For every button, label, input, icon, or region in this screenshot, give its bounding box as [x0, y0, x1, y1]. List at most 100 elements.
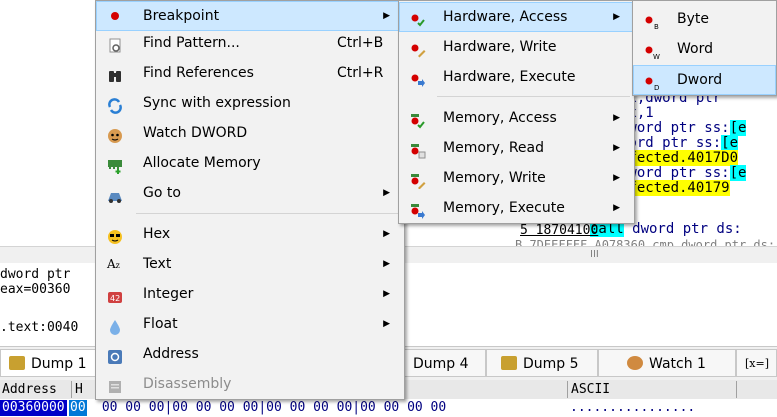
- menu-separator: [437, 96, 630, 97]
- menu-item-label: Hex: [143, 226, 171, 242]
- tab-dump-4[interactable]: Dump 4: [404, 349, 486, 377]
- menu-separator: [136, 213, 400, 214]
- menu-item-word[interactable]: W Word: [633, 34, 776, 64]
- disasm-line[interactable]: dword ptr ss:[e: [620, 165, 747, 181]
- disasm-highlight: [e: [729, 165, 747, 181]
- info-line: .text:0040: [0, 320, 79, 335]
- text-icon: Az: [107, 257, 120, 271]
- submenu-arrow-icon: ▶: [613, 203, 620, 213]
- menu-item-disassembly[interactable]: Disassembly: [96, 369, 404, 399]
- mem-access-icon: [410, 110, 426, 129]
- submenu-arrow-icon: ▶: [383, 259, 390, 269]
- menu-item-label: Memory, Write: [443, 170, 546, 186]
- disasm-line[interactable]: word ptr ss:[e: [620, 135, 739, 151]
- tab-dump-1[interactable]: Dump 1: [0, 349, 100, 377]
- menu-item-sync-expression[interactable]: Sync with expression: [96, 88, 404, 118]
- disasm-text: word ptr ss:: [620, 135, 722, 151]
- disasm-bytes: 5 18704100: [520, 223, 599, 238]
- dump-row-address[interactable]: 00360000: [0, 400, 67, 416]
- dump-context-menu: Breakpoint ▶ Find Pattern... Ctrl+B Find…: [95, 0, 405, 400]
- menu-item-label: Memory, Execute: [443, 200, 565, 216]
- menu-item-breakpoint[interactable]: Breakpoint ▶: [96, 1, 404, 31]
- dump-header-hex[interactable]: H: [71, 381, 83, 398]
- menu-item-integer[interactable]: 42 Integer ▶: [96, 279, 404, 309]
- menu-item-label: Hardware, Access: [443, 9, 568, 25]
- dump-header-address[interactable]: Address: [2, 381, 57, 398]
- menu-item-dword[interactable]: D Dword: [633, 65, 776, 95]
- menu-item-label: Allocate Memory: [143, 155, 261, 171]
- menu-item-label: Disassembly: [143, 376, 232, 392]
- menu-item-shortcut: Ctrl+R: [337, 65, 384, 81]
- svg-text:42: 42: [110, 294, 120, 303]
- menu-item-label: Hardware, Execute: [443, 69, 576, 85]
- menu-item-label: Memory, Access: [443, 110, 557, 126]
- menu-item-find-references[interactable]: Find References Ctrl+R: [96, 58, 404, 88]
- watch-icon: [627, 356, 643, 370]
- disassembly-icon: [107, 376, 123, 393]
- menu-item-text[interactable]: Az Text ▶: [96, 249, 404, 279]
- hex-icon: [107, 226, 123, 244]
- menu-item-label: Go to: [143, 185, 181, 201]
- dump-icon: [9, 356, 25, 370]
- disasm-text: dword ptr ss:: [620, 120, 730, 136]
- menu-item-hardware-execute[interactable]: Hardware, Execute: [399, 62, 634, 92]
- menu-item-memory-execute[interactable]: Memory, Execute ▶: [399, 193, 634, 223]
- call-operand: dword ptr ds:: [623, 221, 742, 237]
- tab-label: Dump 5: [523, 356, 579, 372]
- menu-item-go-to[interactable]: Go to ▶: [96, 178, 404, 208]
- menu-item-watch-dword[interactable]: Watch DWORD: [96, 118, 404, 148]
- dump-row-ascii[interactable]: ................: [570, 400, 695, 416]
- mem-write-icon: [410, 170, 426, 190]
- sync-icon: [107, 95, 123, 114]
- disasm-highlight: [e: [721, 135, 739, 151]
- submenu-arrow-icon: ▶: [383, 188, 390, 198]
- menu-item-float[interactable]: Float ▶: [96, 309, 404, 339]
- disasm-line[interactable]: nfected.4017D0: [620, 150, 739, 166]
- svg-text:W: W: [653, 53, 660, 60]
- hw-access-icon: [410, 9, 426, 27]
- submenu-arrow-icon: ▶: [383, 11, 390, 21]
- submenu-arrow-icon: ▶: [383, 319, 390, 329]
- menu-item-memory-access[interactable]: Memory, Access ▶: [399, 103, 634, 133]
- integer-icon: 42: [107, 286, 123, 303]
- menu-item-address[interactable]: Address: [96, 339, 404, 369]
- menu-item-find-pattern[interactable]: Find Pattern... Ctrl+B: [96, 28, 404, 58]
- menu-item-memory-read[interactable]: Memory, Read ▶: [399, 133, 634, 163]
- menu-item-hardware-write[interactable]: Hardware, Write: [399, 32, 634, 62]
- tab-locals[interactable]: [x=]: [736, 349, 777, 377]
- menu-item-byte[interactable]: B Byte: [633, 4, 776, 34]
- menu-item-memory-write[interactable]: Memory, Write ▶: [399, 163, 634, 193]
- disasm-line[interactable]: nfected.40179: [620, 180, 730, 196]
- submenu-arrow-icon: ▶: [383, 229, 390, 239]
- dump-header-ascii[interactable]: ASCII: [567, 381, 736, 398]
- tab-label: Dump 4: [413, 356, 469, 372]
- menu-item-allocate-memory[interactable]: Allocate Memory: [96, 148, 404, 178]
- menu-item-label: Memory, Read: [443, 140, 545, 156]
- menu-item-label: Byte: [677, 11, 709, 27]
- tab-dump-5[interactable]: Dump 5: [486, 349, 598, 377]
- hw-execute-icon: [410, 69, 426, 87]
- menu-item-label: Text: [143, 256, 172, 272]
- scrollbar-grip[interactable]: III: [590, 249, 599, 260]
- dump-icon: [501, 356, 517, 370]
- menu-item-hardware-access[interactable]: Hardware, Access ▶: [399, 2, 634, 32]
- svg-text:B: B: [654, 23, 659, 30]
- menu-item-label: Breakpoint: [143, 8, 220, 24]
- breakpoint-byte-icon: B: [644, 11, 660, 31]
- submenu-arrow-icon: ▶: [613, 173, 620, 183]
- dump-selected-byte[interactable]: 00: [69, 400, 87, 416]
- menu-item-shortcut: Ctrl+B: [337, 35, 384, 51]
- tab-watch-1[interactable]: Watch 1: [598, 349, 736, 377]
- disasm-highlight: nfected.4017D0: [620, 150, 739, 166]
- menu-item-hex[interactable]: Hex ▶: [96, 219, 404, 249]
- info-line: dword ptr: [0, 267, 71, 282]
- disasm-line[interactable]: dword ptr ss:[e: [620, 120, 747, 136]
- breakpoint-dword-icon: D: [644, 72, 660, 92]
- disasm-call-line[interactable]: call dword ptr ds:: [590, 221, 742, 237]
- dump-header-extra: [736, 381, 777, 398]
- menu-item-label: Find References: [143, 65, 254, 81]
- mem-read-icon: [410, 140, 426, 159]
- dump-row-bytes[interactable]: 00 00 00|00 00 00 00|00 00 00 00|00 00 0…: [94, 400, 446, 416]
- menu-item-label: Address: [143, 346, 199, 362]
- breakpoint-submenu: Hardware, Access ▶ Hardware, Write Hardw…: [398, 0, 635, 224]
